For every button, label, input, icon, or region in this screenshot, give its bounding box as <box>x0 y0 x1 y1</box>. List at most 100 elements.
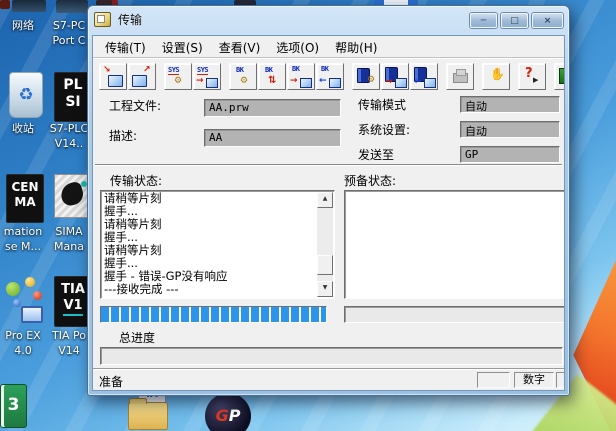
desktop-icon-label-network[interactable]: 网络 <box>0 19 46 33</box>
cf-card-receive-button[interactable]: ← <box>410 63 438 90</box>
tia-portal-folder-icon[interactable]: IA OR <box>128 392 172 431</box>
backup-send-button[interactable]: BK → <box>287 63 315 90</box>
desktop-icon-label-tia-1[interactable]: TIA Po <box>46 329 92 343</box>
monitor-icon <box>395 78 407 88</box>
network-icon[interactable] <box>12 0 46 12</box>
desktop-icon-label-recycle-bin[interactable]: 收站 <box>0 122 46 136</box>
scrollbar[interactable]: ▲ ▼ <box>317 192 333 297</box>
arrow-icon: → <box>196 77 204 86</box>
desktop: 网络 ♻ 收站 CEN MA mation se M... Pro EX 4.0… <box>0 0 616 431</box>
titlebar[interactable]: 传输 ─ □ × <box>92 6 565 33</box>
arrow-icon: → <box>290 77 298 86</box>
send-to-label: 发送至 <box>358 146 394 163</box>
automation-license-manager-icon[interactable]: CEN MA <box>6 174 44 223</box>
arrow-icon: ← <box>319 77 327 86</box>
pointer-icon: ▶ <box>533 77 538 84</box>
print-button[interactable] <box>446 63 474 90</box>
menu-bar: 传输(T) 设置(S) 查看(V) 选项(O) 帮助(H) <box>93 36 564 58</box>
minimize-button[interactable]: ─ <box>470 13 497 28</box>
help-question-icon: ? <box>525 67 533 80</box>
system-settings-send-button[interactable]: SYS ⚙ <box>164 63 192 90</box>
transfer-app-icon <box>94 12 111 27</box>
menu-options[interactable]: 选项(O) <box>268 36 327 57</box>
backup-receive-button[interactable]: BK ← <box>316 63 344 90</box>
window-title: 传输 <box>118 11 142 28</box>
recycle-glyph: ♻ <box>18 85 33 105</box>
compare-arrows-icon: ⇅ <box>268 76 276 85</box>
toolbar: ↘ ↗ SYS ⚙ SYS → BK ⚙ <box>93 59 564 96</box>
monitor-icon <box>206 78 218 88</box>
system-settings-receive-button[interactable]: SYS → <box>193 63 221 90</box>
system-settings-label: 系统设置: <box>358 121 410 138</box>
recycle-bin-icon[interactable]: ♻ <box>9 72 43 118</box>
scrollbar-thumb[interactable] <box>317 255 333 275</box>
send-to-gp-button[interactable]: ↗ <box>128 63 156 90</box>
stop-hand-icon: ✋ <box>490 70 505 79</box>
alm-badge-top: CEN <box>7 180 43 195</box>
scroll-up-button[interactable]: ▲ <box>317 192 333 208</box>
help-button[interactable]: ? ▶ <box>518 63 546 90</box>
log-line[interactable]: ---接收完成 --- <box>104 283 315 296</box>
menu-help[interactable]: 帮助(H) <box>327 36 385 57</box>
backup-compare-button[interactable]: BK ⇅ <box>258 63 286 90</box>
transfer-window: 传输 ─ □ × 传输(T) 设置(S) 查看(V) 选项(O) 帮助(H) ↘ <box>87 5 570 396</box>
desktop-icon-label-sima-2[interactable]: Mana <box>46 240 92 254</box>
desktop-icon-label-gppro-1[interactable]: Pro EX <box>0 329 46 343</box>
status-message: 准备 <box>99 373 123 390</box>
transfer-mode-field: 自动 <box>460 96 560 113</box>
desktop-icon-label-alm-2[interactable]: se M... <box>0 240 46 254</box>
menu-view[interactable]: 查看(V) <box>211 36 269 57</box>
status-panel-3 <box>556 372 565 388</box>
icon-fragment <box>0 0 10 9</box>
badge-3: 3 <box>8 395 20 415</box>
description-field: AA <box>204 129 341 147</box>
scroll-down-button[interactable]: ▼ <box>317 281 333 297</box>
receive-from-gp-button[interactable]: ↘ <box>99 63 127 90</box>
gear-icon: ⚙ <box>367 76 375 85</box>
sys-label: SYS <box>197 66 208 75</box>
cf-card-send-button[interactable]: → <box>381 63 409 90</box>
stop-button[interactable]: ✋ <box>482 63 510 90</box>
gear-icon: ⚙ <box>240 77 248 86</box>
transfer-log: 请稍等片刻握手...请稍等片刻握手...请稍等片刻握手...握手 - 错误-GP… <box>104 192 315 297</box>
menu-settings[interactable]: 设置(S) <box>154 36 211 57</box>
gp-pro-sphere-icon[interactable]: GP <box>205 393 251 431</box>
transfer-progress-fill <box>101 307 326 322</box>
gear-icon: ⚙ <box>174 77 182 86</box>
printer-icon <box>453 73 468 83</box>
close-button[interactable]: × <box>532 13 563 28</box>
monitor-icon <box>329 78 341 88</box>
ready-status-label: 预备状态: <box>344 172 396 189</box>
desktop-icon-label-plcsim-2[interactable]: V14.. <box>46 137 92 151</box>
backup-settings-button[interactable]: BK ⚙ <box>229 63 257 90</box>
transfer-mode-label: 传输模式 <box>358 96 406 113</box>
total-progress-bar <box>100 347 563 365</box>
window-client-area: 传输(T) 设置(S) 查看(V) 选项(O) 帮助(H) ↘ ↗ SYS ⚙ <box>92 35 565 391</box>
status-panel-1 <box>477 372 510 388</box>
bk-label: BK <box>321 65 328 73</box>
desktop-icon-label-s7pc-1[interactable]: S7-PC <box>46 19 92 33</box>
sys-label: SYS <box>168 66 179 75</box>
gp-badge-p: P <box>229 406 241 425</box>
desktop-icon-label-gppro-2[interactable]: 4.0 <box>0 344 46 358</box>
cf-card-settings-button[interactable]: ⚙ <box>352 63 380 90</box>
desktop-icon-label-s7pc-2[interactable]: Port C <box>46 34 92 48</box>
s7-pc-adapter-icon[interactable] <box>56 0 88 13</box>
transfer-status-list[interactable]: 请稍等片刻握手...请稍等片刻握手...请稍等片刻握手...握手 - 错误-GP… <box>100 190 335 299</box>
spreadsheet-3-icon[interactable]: 3 <box>0 384 27 428</box>
gp-pro-ex-icon[interactable] <box>4 276 46 324</box>
gp-badge-g: G <box>216 406 229 425</box>
monitor-icon <box>424 78 436 88</box>
exit-button[interactable]: → <box>554 63 565 90</box>
transfer-status-label: 传输状态: <box>110 172 162 189</box>
desktop-icon-label-alm-1[interactable]: mation <box>0 225 46 239</box>
arrow-icon: → <box>385 78 393 87</box>
menu-transfer[interactable]: 传输(T) <box>97 36 154 57</box>
maximize-button[interactable]: □ <box>501 13 528 28</box>
desktop-icon-label-sima-1[interactable]: SIMA <box>46 225 92 239</box>
desktop-icon-label-tia-2[interactable]: V14 <box>46 344 92 358</box>
bk-label: BK <box>292 65 299 73</box>
ready-status-list[interactable] <box>344 190 565 299</box>
desktop-icon-label-plcsim-1[interactable]: S7-PLC <box>46 122 92 136</box>
bk-label: BK <box>265 66 272 74</box>
